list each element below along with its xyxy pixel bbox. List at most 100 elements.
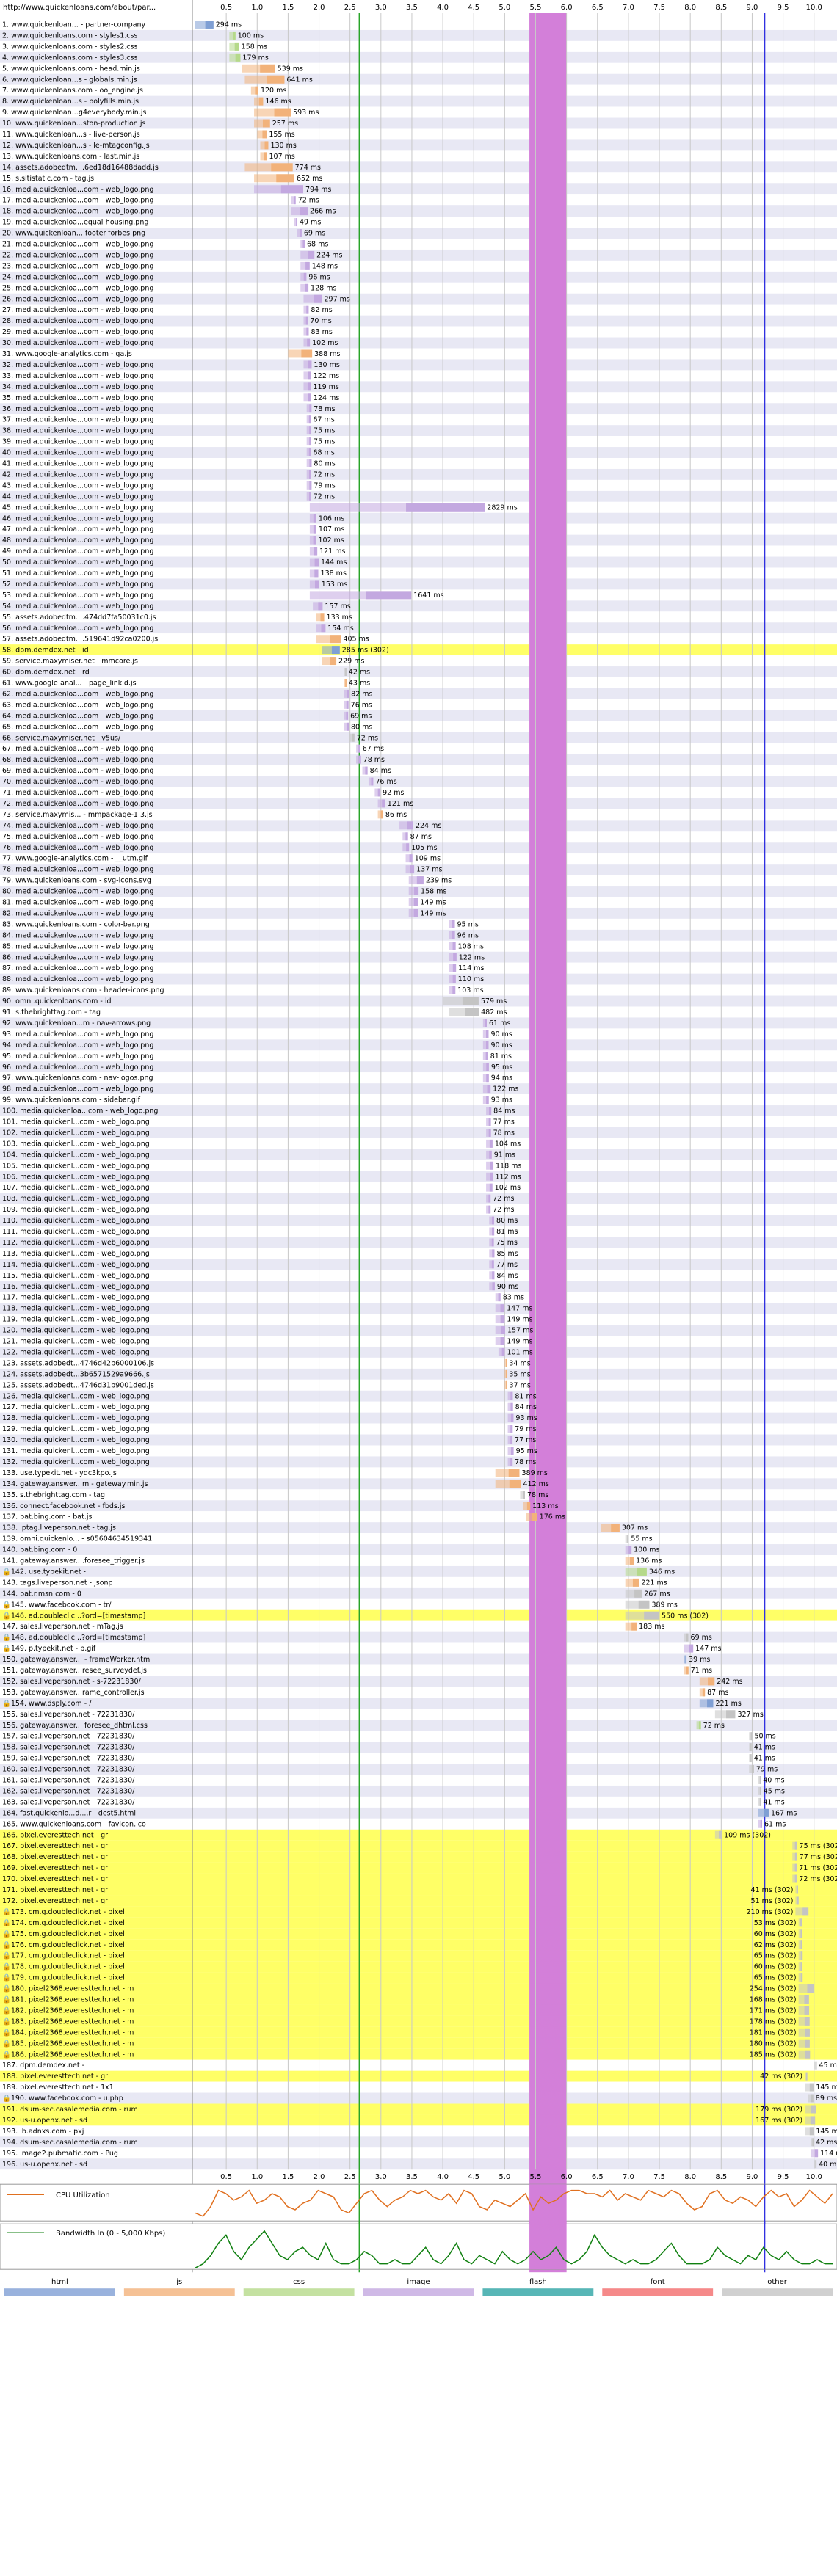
request-duration: 81 ms (490, 1052, 512, 1060)
request-bar-download (489, 1150, 492, 1159)
request-bar-download (486, 1074, 489, 1083)
request-bar-download (689, 1644, 694, 1653)
legend-label-js: js (175, 2278, 182, 2286)
request-url: 41. media.quickenloa...com - web_logo.pn… (2, 460, 153, 468)
request-bar-download (271, 163, 293, 172)
request-bar-download (280, 185, 303, 194)
request-bar-download (510, 1458, 513, 1466)
request-duration: 41 ms (754, 1755, 775, 1763)
request-duration: 774 ms (295, 164, 321, 172)
time-tick-label: 7.5 (653, 4, 665, 12)
row-background (0, 2081, 837, 2093)
request-duration: 102 ms (318, 536, 344, 545)
request-duration: 77 ms (515, 1436, 536, 1444)
request-bar-download (809, 2083, 814, 2092)
request-duration: 106 ms (319, 514, 344, 523)
request-bar-download (488, 1205, 491, 1214)
legend-label-flash: flash (529, 2278, 547, 2286)
request-url: 🔒145. www.facebook.com - tr/ (2, 1600, 112, 1609)
request-duration: 113 ms (532, 1502, 558, 1510)
request-url: 54. media.quickenloa...com - web_logo.pn… (2, 603, 153, 611)
request-duration: 91 ms (494, 1151, 515, 1159)
request-bar-download (509, 1480, 521, 1488)
request-url: 28. media.quickenloa...com - web_logo.pn… (2, 317, 153, 325)
request-url: 94. media.quickenloa...com - web_logo.pn… (2, 1041, 153, 1049)
request-url: 🔒146. ad.doubleclic...?ord=[timestamp] (2, 1611, 145, 1620)
row-background (0, 1576, 837, 1588)
cpu-panel (0, 2183, 837, 2222)
request-duration: 35 ms (509, 1370, 530, 1378)
request-url: 159. sales.liveperson.net - 72231830/ (2, 1755, 135, 1763)
request-url: 34. media.quickenloa...com - web_logo.pn… (2, 383, 153, 391)
request-url: 26. media.quickenloa...com - web_logo.pn… (2, 295, 153, 303)
flash-band-bottom (529, 2184, 567, 2270)
request-bar-download (309, 481, 312, 490)
request-duration: 72 ms (493, 1195, 514, 1203)
time-tick-label-bottom: 2.0 (314, 2173, 325, 2181)
request-bar-download (707, 1699, 714, 1708)
request-bar-download (452, 942, 456, 950)
request-bar-download (352, 733, 355, 742)
request-url: 78. media.quickenloa...com - web_logo.pn… (2, 866, 153, 874)
request-duration: 60 ms (302) (754, 1930, 797, 1938)
request-duration: 78 ms (515, 1458, 536, 1466)
request-duration: 389 ms (651, 1601, 677, 1609)
time-tick-label: 8.0 (684, 4, 696, 12)
row-background (0, 172, 837, 184)
request-duration: 79 ms (756, 1766, 778, 1774)
request-url: 1. www.quickenloan... - partner-company (2, 21, 146, 29)
request-bar-download (308, 360, 312, 369)
request-bar-download (309, 470, 311, 479)
request-bar-download (491, 1260, 494, 1269)
request-duration: 2829 ms (487, 503, 517, 512)
request-url: 76. media.quickenloa...com - web_logo.pn… (2, 844, 153, 852)
request-bar-download (760, 1819, 763, 1828)
request-bar-download (205, 21, 214, 29)
request-duration: 149 ms (507, 1338, 532, 1346)
request-bar-download (500, 1326, 505, 1334)
row-background (0, 1587, 837, 1599)
request-url: 99. www.quickenloans.com - sidebar.gif (2, 1096, 141, 1105)
request-bar-download (489, 1183, 493, 1192)
request-url: 22. media.quickenloa...com - web_logo.pn… (2, 251, 153, 259)
request-url: 5. www.quickenloans.com - head.min.js (2, 65, 140, 73)
request-url: 60. dpm.demdex.net - rd (2, 669, 90, 677)
request-url: 75. media.quickenloa...com - web_logo.pn… (2, 833, 153, 841)
request-duration: 82 ms (311, 306, 332, 314)
request-url: 194. dsum-sec.casalemedia.com - rum (2, 2139, 138, 2147)
request-url: 167. pixel.everesttech.net - gr (2, 1842, 108, 1850)
request-url: 107. media.quickenl...com - web_logo.png (2, 1184, 150, 1192)
request-url: 53. media.quickenloa...com - web_logo.pn… (2, 592, 153, 600)
request-bar-download (627, 1535, 629, 1543)
request-bar-download (303, 272, 307, 281)
request-duration: 84 ms (370, 767, 391, 775)
request-url: 12. www.quickenloan...s - le-mtagconfig.… (2, 142, 150, 150)
request-bar-download (347, 689, 349, 698)
request-url: 153. gateway.answer...rame_controller.js (2, 1689, 145, 1697)
request-bar-download (488, 1194, 491, 1203)
request-bar-download (314, 569, 319, 578)
row-background (0, 732, 837, 743)
request-duration: 154 ms (327, 625, 353, 633)
request-duration: 84 ms (515, 1403, 537, 1411)
request-bar-download (405, 832, 408, 841)
request-url: 191. dsum-sec.casalemedia.com - rum (2, 2106, 138, 2114)
request-duration: 114 ms (820, 2150, 837, 2158)
time-tick-label: 9.5 (778, 4, 789, 12)
request-bar-download (508, 1469, 520, 1477)
request-url: 🔒182. pixel2368.everesttech.net - m (2, 2006, 134, 2015)
flash-band (529, 13, 567, 2273)
request-duration: 93 ms (491, 1096, 512, 1105)
request-url: 109. media.quickenl...com - web_logo.png (2, 1206, 150, 1214)
request-url: 104. media.quickenl...com - web_logo.png (2, 1151, 150, 1159)
request-url: 131. media.quickenl...com - web_logo.png (2, 1447, 150, 1455)
request-url: 162. sales.liveperson.net - 72231830/ (2, 1787, 135, 1795)
time-tick-label-bottom: 5.5 (530, 2173, 542, 2181)
request-bar-download (413, 898, 418, 906)
request-bar-download (380, 810, 383, 819)
request-bar-download (644, 1611, 660, 1620)
request-url: 85. media.quickenloa...com - web_logo.pn… (2, 942, 153, 950)
request-duration: 641 ms (286, 76, 312, 84)
request-bar-download (498, 1293, 501, 1302)
bottom-panels: CPU Utilization Bandwidth In (0 - 5,000 K… (0, 2183, 837, 2296)
